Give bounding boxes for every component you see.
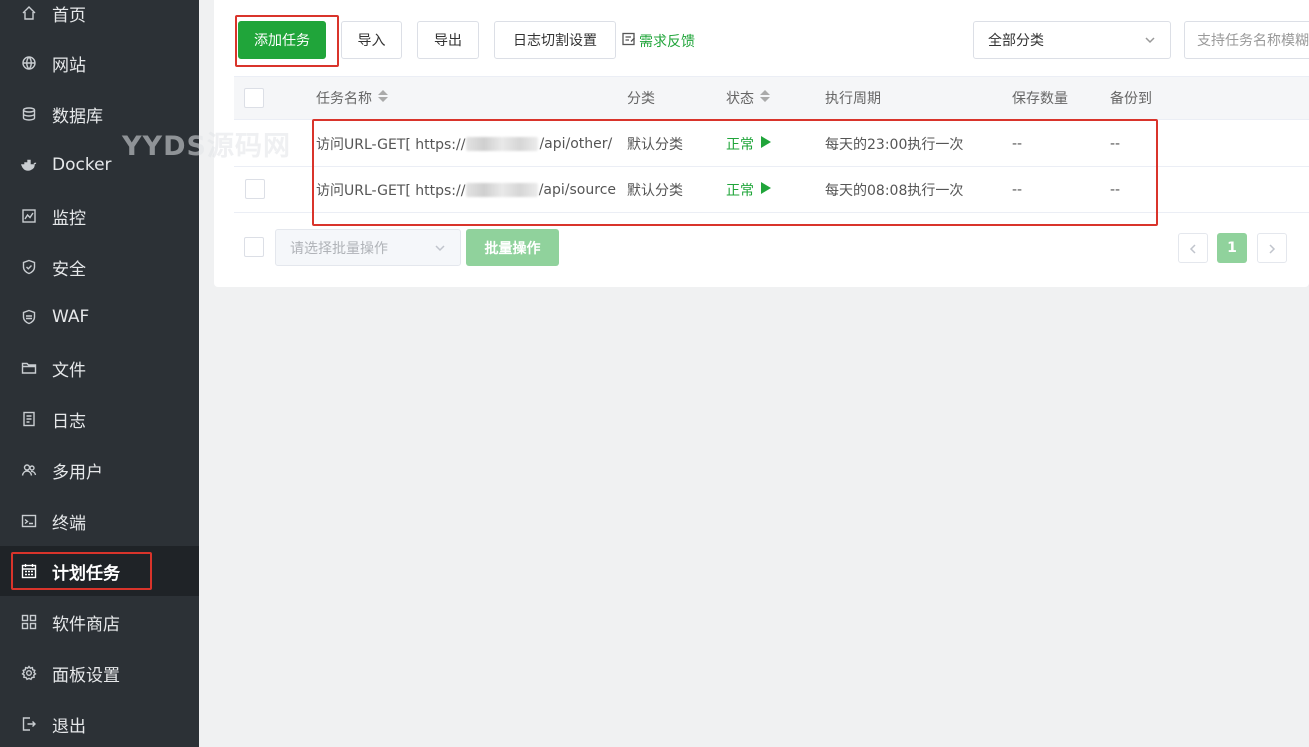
sidebar-item-label: 数据库 [52,106,103,127]
sidebar-item-label: 安全 [52,259,86,280]
header-task-name-label: 任务名称 [316,91,372,107]
sidebar-item-logout[interactable]: 退出 [0,699,199,747]
batch-operation-select[interactable]: 请选择批量操作 [275,229,461,266]
sidebar-item-label: 日志 [52,411,86,432]
waf-shield-icon [20,308,38,326]
database-icon [20,105,38,123]
header-backup-to: 备份到 [1110,91,1152,107]
folder-icon [20,359,38,377]
sidebar-item-monitor[interactable]: 监控 [0,191,199,241]
users-icon [20,461,38,479]
sidebar-item-label: 文件 [52,360,86,381]
prev-page-button[interactable] [1178,233,1208,263]
logout-icon [20,715,38,733]
log-cut-settings-button[interactable]: 日志切割设置 [494,21,616,59]
sidebar-item-database[interactable]: 数据库 [0,89,199,139]
grid-icon [20,613,38,631]
home-icon [20,4,38,22]
sidebar-item-logs[interactable]: 日志 [0,394,199,444]
feedback-label: 需求反馈 [639,34,695,50]
globe-icon [20,54,38,72]
next-page-button[interactable] [1257,233,1287,263]
sort-icon [754,90,770,106]
sidebar-item-terminal[interactable]: 终端 [0,496,199,546]
header-task-name[interactable]: 任务名称 [316,77,388,119]
import-button[interactable]: 导入 [341,21,402,59]
header-status[interactable]: 状态 [726,77,770,119]
header-status-label: 状态 [726,91,754,107]
sidebar-item-label: 网站 [52,55,86,76]
current-page[interactable]: 1 [1217,233,1247,263]
sort-icon [372,90,388,106]
category-select[interactable]: 全部分类 [973,21,1171,59]
batch-operation-placeholder: 请选择批量操作 [290,240,388,257]
rows-highlight [312,119,1158,226]
sidebar-item-label: 多用户 [52,462,103,483]
chevron-left-icon [1188,239,1198,258]
chevron-down-icon [434,242,446,258]
batch-operation-button[interactable]: 批量操作 [466,229,559,266]
sidebar-item-label: 面板设置 [52,665,120,686]
docker-icon [20,156,38,174]
shield-icon [20,258,38,276]
sidebar-item-label: 软件商店 [52,614,120,635]
chevron-down-icon [1144,34,1156,50]
feedback-link[interactable]: 需求反馈 [622,31,695,51]
sidebar-item-store[interactable]: 软件商店 [0,597,199,647]
settings-icon [20,664,38,682]
sidebar-item-docker[interactable]: Docker [0,140,199,190]
batch-select-all-checkbox[interactable] [244,237,264,257]
category-select-value: 全部分类 [988,33,1044,49]
sidebar-item-label: Docker [52,155,112,175]
select-all-checkbox[interactable] [244,88,264,108]
monitor-icon [20,207,38,225]
header-category: 分类 [627,91,655,107]
sidebar-item-label: 监控 [52,208,86,229]
table-header: 任务名称 分类 状态 执行周期 保存数量 备份到 [234,76,1309,120]
sidebar-item-home[interactable]: 首页 [0,0,199,38]
sidebar: 首页 网站 数据库 Docker 监控 安全 WAF 文件 日志 多用户 终端 [0,0,199,747]
terminal-icon [20,512,38,530]
add-task-highlight [235,15,339,67]
sidebar-item-label: 首页 [52,5,86,26]
log-icon [20,410,38,428]
sidebar-item-security[interactable]: 安全 [0,242,199,292]
header-cycle: 执行周期 [825,91,881,107]
sidebar-item-label: 退出 [52,716,86,737]
sidebar-item-waf[interactable]: WAF [0,292,199,342]
chevron-right-icon [1267,239,1277,258]
row-checkbox[interactable] [245,179,265,199]
sidebar-item-website[interactable]: 网站 [0,38,199,88]
sidebar-item-label: WAF [52,307,90,327]
sidebar-item-label: 终端 [52,513,86,534]
header-save-count: 保存数量 [1012,91,1068,107]
sidebar-item-files[interactable]: 文件 [0,343,199,393]
export-button[interactable]: 导出 [417,21,479,59]
sidebar-item-panel-settings[interactable]: 面板设置 [0,648,199,698]
search-input[interactable]: 支持任务名称模糊 [1184,21,1309,59]
sidebar-item-multiuser[interactable]: 多用户 [0,445,199,495]
feedback-icon [622,32,639,50]
active-item-highlight [11,552,152,590]
